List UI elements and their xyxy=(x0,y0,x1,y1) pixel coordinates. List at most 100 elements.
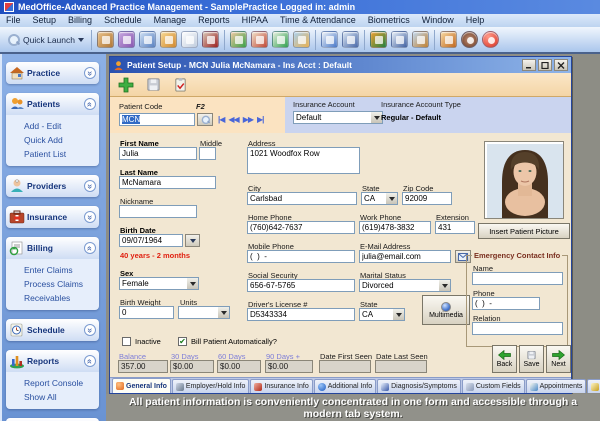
zip-input[interactable] xyxy=(402,192,452,205)
chevron-down-icon[interactable] xyxy=(78,38,84,42)
chevron-down-icon[interactable] xyxy=(187,278,198,289)
units-select[interactable] xyxy=(178,306,230,319)
back-button[interactable]: Back xyxy=(492,345,517,373)
next-record-button[interactable]: ▶▶ xyxy=(243,115,253,124)
patient-records-icon[interactable] xyxy=(139,31,156,48)
imaging-icon[interactable] xyxy=(293,31,310,48)
tab-patient-notes[interactable]: Patient Notes xyxy=(587,379,600,393)
insurance-account-select[interactable]: Default xyxy=(293,111,383,124)
state-select[interactable]: CA xyxy=(361,192,398,205)
birth-weight-input[interactable] xyxy=(119,306,174,319)
add-patient-button[interactable] xyxy=(114,75,138,95)
inactive-checkbox[interactable]: Inactive xyxy=(122,337,161,346)
last-name-input[interactable] xyxy=(119,176,216,189)
patient-search-button[interactable] xyxy=(197,113,213,126)
birth-date-picker-button[interactable] xyxy=(185,234,200,247)
last-record-button[interactable]: ▶| xyxy=(257,115,263,124)
menu-file[interactable]: File xyxy=(0,14,27,27)
sidebar-header-reports[interactable]: Reports « xyxy=(6,350,99,372)
city-input[interactable] xyxy=(247,192,357,205)
expand-chevron-icon[interactable]: « xyxy=(84,67,96,79)
sidebar-header-billing[interactable]: Billing « xyxy=(6,237,99,259)
sidebar-item-add-edit[interactable]: Add - Edit xyxy=(6,119,99,133)
sidebar-item-receivables[interactable]: Receivables xyxy=(6,291,99,305)
menu-reports[interactable]: Reports xyxy=(192,14,236,27)
sidebar-header-insurance[interactable]: Insurance « xyxy=(6,206,99,228)
menu-hipaa[interactable]: HIPAA xyxy=(236,14,274,27)
emergency-phone-input[interactable] xyxy=(472,297,540,310)
billing-icon[interactable] xyxy=(272,31,289,48)
emergency-relation-input[interactable] xyxy=(472,322,563,335)
menu-manage[interactable]: Manage xyxy=(148,14,193,27)
patient-code-input[interactable]: MCN xyxy=(119,113,195,126)
sidebar-header-providers[interactable]: Providers « xyxy=(6,175,99,197)
save-patient-button[interactable] xyxy=(141,75,165,95)
sidebar-header-schedule[interactable]: Schedule « xyxy=(6,319,99,341)
home-phone-input[interactable] xyxy=(247,221,355,234)
chevron-down-icon[interactable] xyxy=(393,309,404,320)
tab-insurance-info[interactable]: Insurance Info xyxy=(250,379,312,393)
sex-select[interactable]: Female xyxy=(119,277,199,290)
case-manager-icon[interactable] xyxy=(202,31,219,48)
mobile-phone-input[interactable] xyxy=(247,250,355,263)
emergency-name-input[interactable] xyxy=(472,272,563,285)
minimize-button[interactable] xyxy=(522,59,536,71)
cpt-codes-icon[interactable] xyxy=(97,31,114,48)
sidebar-item-report-console[interactable]: Report Console xyxy=(6,376,99,390)
network-users-icon[interactable] xyxy=(412,31,429,48)
close-button[interactable] xyxy=(554,59,568,71)
recent-reports-icon[interactable] xyxy=(321,31,338,48)
chevron-down-icon[interactable] xyxy=(386,193,397,204)
patient-referral-icon[interactable] xyxy=(230,31,247,48)
sidebar-item-process-claims[interactable]: Process Claims xyxy=(6,277,99,291)
insert-patient-picture-button[interactable]: Insert Patient Picture xyxy=(478,223,570,239)
dl-state-select[interactable]: CA xyxy=(359,308,405,321)
previous-record-button[interactable]: ◀◀ xyxy=(228,115,238,124)
appointment-entry-icon[interactable] xyxy=(251,31,268,48)
progress-notes-icon[interactable] xyxy=(181,31,198,48)
expand-chevron-icon[interactable]: « xyxy=(84,324,96,336)
sidebar-item-show-all[interactable]: Show All xyxy=(6,390,99,404)
fingerprint-icon[interactable] xyxy=(461,31,478,48)
first-name-input[interactable] xyxy=(119,147,197,160)
collapse-chevron-icon[interactable]: « xyxy=(84,242,96,254)
sidebar-item-enter-claims[interactable]: Enter Claims xyxy=(6,263,99,277)
chevron-down-icon[interactable] xyxy=(439,280,450,291)
ssn-input[interactable] xyxy=(247,279,355,292)
tab-appointments[interactable]: Appointments xyxy=(526,379,587,393)
sidebar-item-quick-add[interactable]: Quick Add xyxy=(6,133,99,147)
collapse-chevron-icon[interactable]: « xyxy=(84,98,96,110)
tab-diagnosis-symptoms[interactable]: Diagnosis/Symptoms xyxy=(377,379,461,393)
next-button[interactable]: Next xyxy=(546,345,571,373)
verify-patient-button[interactable] xyxy=(168,75,192,95)
menu-schedule[interactable]: Schedule xyxy=(98,14,148,27)
expand-chevron-icon[interactable]: « xyxy=(84,180,96,192)
tab-additional-info[interactable]: Additional Info xyxy=(314,379,376,393)
menu-time-attendance[interactable]: Time & Attendance xyxy=(274,14,362,27)
work-phone-input[interactable] xyxy=(359,221,431,234)
workstation-icon[interactable] xyxy=(391,31,408,48)
collapse-chevron-icon[interactable]: « xyxy=(84,355,96,367)
sidebar-item-patient-list[interactable]: Patient List xyxy=(6,147,99,161)
biometrics-icon[interactable] xyxy=(440,31,457,48)
email-input[interactable] xyxy=(359,250,451,263)
first-record-button[interactable]: |◀ xyxy=(218,115,224,124)
middle-input[interactable] xyxy=(199,147,216,160)
icd-codes-icon[interactable] xyxy=(118,31,135,48)
maximize-button[interactable] xyxy=(538,59,552,71)
chevron-down-icon[interactable] xyxy=(218,307,229,318)
tab-custom-fields[interactable]: Custom Fields xyxy=(462,379,525,393)
provider-info-icon[interactable] xyxy=(160,31,177,48)
menu-billing[interactable]: Billing xyxy=(62,14,98,27)
menu-biometrics[interactable]: Biometrics xyxy=(362,14,416,27)
address-input[interactable]: 1021 Woodfox Row xyxy=(247,147,360,174)
marital-status-select[interactable]: Divorced xyxy=(359,279,451,292)
sidebar-header-practice[interactable]: Practice « xyxy=(6,62,99,84)
expand-chevron-icon[interactable]: « xyxy=(84,211,96,223)
checkbox-icon[interactable] xyxy=(122,337,131,346)
tab-employer-hold-info[interactable]: Employer/Hold Info xyxy=(172,379,250,393)
nickname-input[interactable] xyxy=(119,205,197,218)
save-button[interactable]: Save xyxy=(519,345,544,373)
menu-setup[interactable]: Setup xyxy=(27,14,63,27)
bill-automatically-checkbox[interactable]: ✔ Bill Patient Automatically? xyxy=(178,337,277,346)
